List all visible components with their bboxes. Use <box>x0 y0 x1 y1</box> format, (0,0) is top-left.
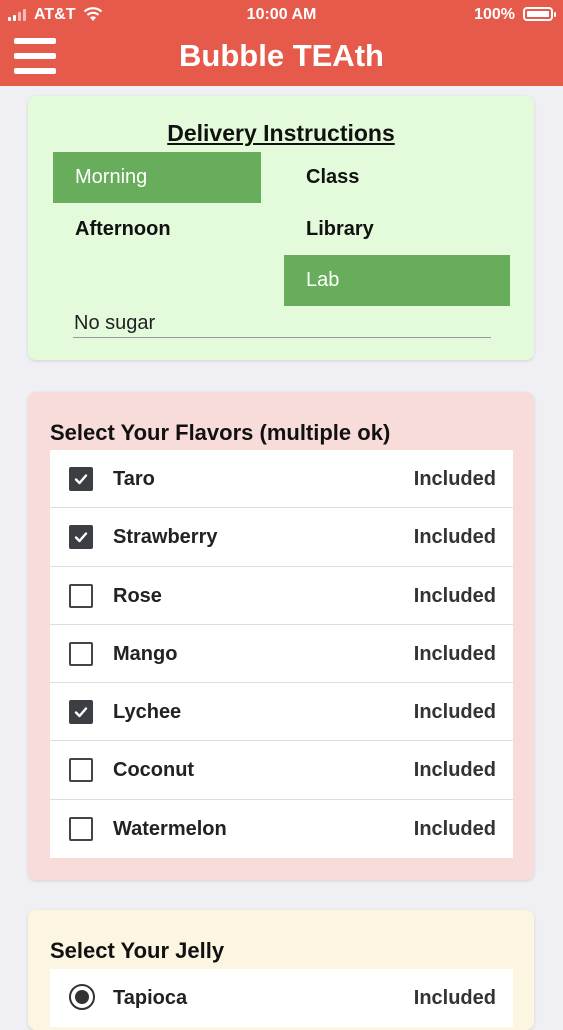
flavor-checkbox[interactable] <box>69 641 93 666</box>
flavor-checkbox[interactable] <box>69 700 93 725</box>
delivery-note-input[interactable] <box>73 306 491 338</box>
flavor-label: Taro <box>113 468 155 490</box>
jelly-card: Select Your Jelly Tapioca Included <box>28 910 534 1030</box>
flavor-checkbox[interactable] <box>69 467 93 491</box>
jelly-title: Select Your Jelly <box>50 938 225 963</box>
jelly-radio[interactable] <box>69 984 95 1010</box>
flavor-row[interactable]: Lychee Included <box>50 683 513 742</box>
flavors-list: Taro Included Strawberry Included Rose Includ… <box>50 450 513 859</box>
jelly-label: Tapioca <box>113 987 188 1009</box>
jelly-list: Tapioca Included <box>50 969 513 1028</box>
checkmark-icon <box>74 474 88 485</box>
flavor-label: Coconut <box>113 759 195 782</box>
battery-percent: 100% <box>474 6 515 23</box>
flavors-card: Select Your Flavors (multiple ok) Taro In… <box>28 392 534 880</box>
flavor-label: Lychee <box>113 701 182 724</box>
app-title: Bubble TEAth <box>179 38 384 73</box>
delivery-option-class[interactable]: Class <box>284 152 492 203</box>
flavor-price: Included <box>413 701 496 724</box>
flavor-row[interactable]: Strawberry Included <box>50 508 513 567</box>
status-bar: AT&T 10:00 AM 100% <box>0 0 563 30</box>
flavor-checkbox[interactable] <box>69 583 93 608</box>
delivery-option-afternoon[interactable]: Afternoon <box>53 204 261 255</box>
flavor-price: Included <box>413 468 496 490</box>
flavor-price: Included <box>413 526 496 549</box>
flavor-row[interactable]: Watermelon Included <box>50 800 513 858</box>
flavor-checkbox[interactable] <box>69 816 93 841</box>
flavor-checkbox[interactable] <box>69 758 93 783</box>
flavor-label: Strawberry <box>113 526 218 549</box>
flavor-row[interactable]: Mango Included <box>50 625 513 684</box>
flavor-row[interactable]: Taro Included <box>50 450 513 509</box>
checkmark-icon <box>74 707 88 718</box>
delivery-instructions-title: Delivery Instructions <box>167 120 395 146</box>
delivery-option-morning[interactable]: Morning <box>53 152 261 203</box>
flavor-price: Included <box>413 817 496 840</box>
delivery-instructions-card: Delivery Instructions Morning Class Afte… <box>28 96 534 360</box>
flavor-price: Included <box>413 642 496 665</box>
jelly-row[interactable]: Tapioca Included <box>50 969 513 1027</box>
flavor-row[interactable]: Rose Included <box>50 567 513 625</box>
flavor-checkbox[interactable] <box>69 525 93 550</box>
flavors-title: Select Your Flavors (multiple ok) <box>50 420 391 445</box>
delivery-option-library[interactable]: Library <box>284 204 492 255</box>
delivery-option-lab[interactable]: Lab <box>284 255 510 306</box>
checkmark-icon <box>74 532 88 543</box>
flavor-label: Watermelon <box>113 817 227 840</box>
flavor-price: Included <box>413 759 496 782</box>
flavor-label: Mango <box>113 642 178 665</box>
flavor-label: Rose <box>113 584 162 607</box>
jelly-price: Included <box>413 987 496 1009</box>
battery-icon <box>523 7 556 21</box>
app-header: AT&T 10:00 AM 100% Bubble TEAth <box>0 0 563 86</box>
flavor-price: Included <box>413 584 496 607</box>
flavor-row[interactable]: Coconut Included <box>50 741 513 800</box>
